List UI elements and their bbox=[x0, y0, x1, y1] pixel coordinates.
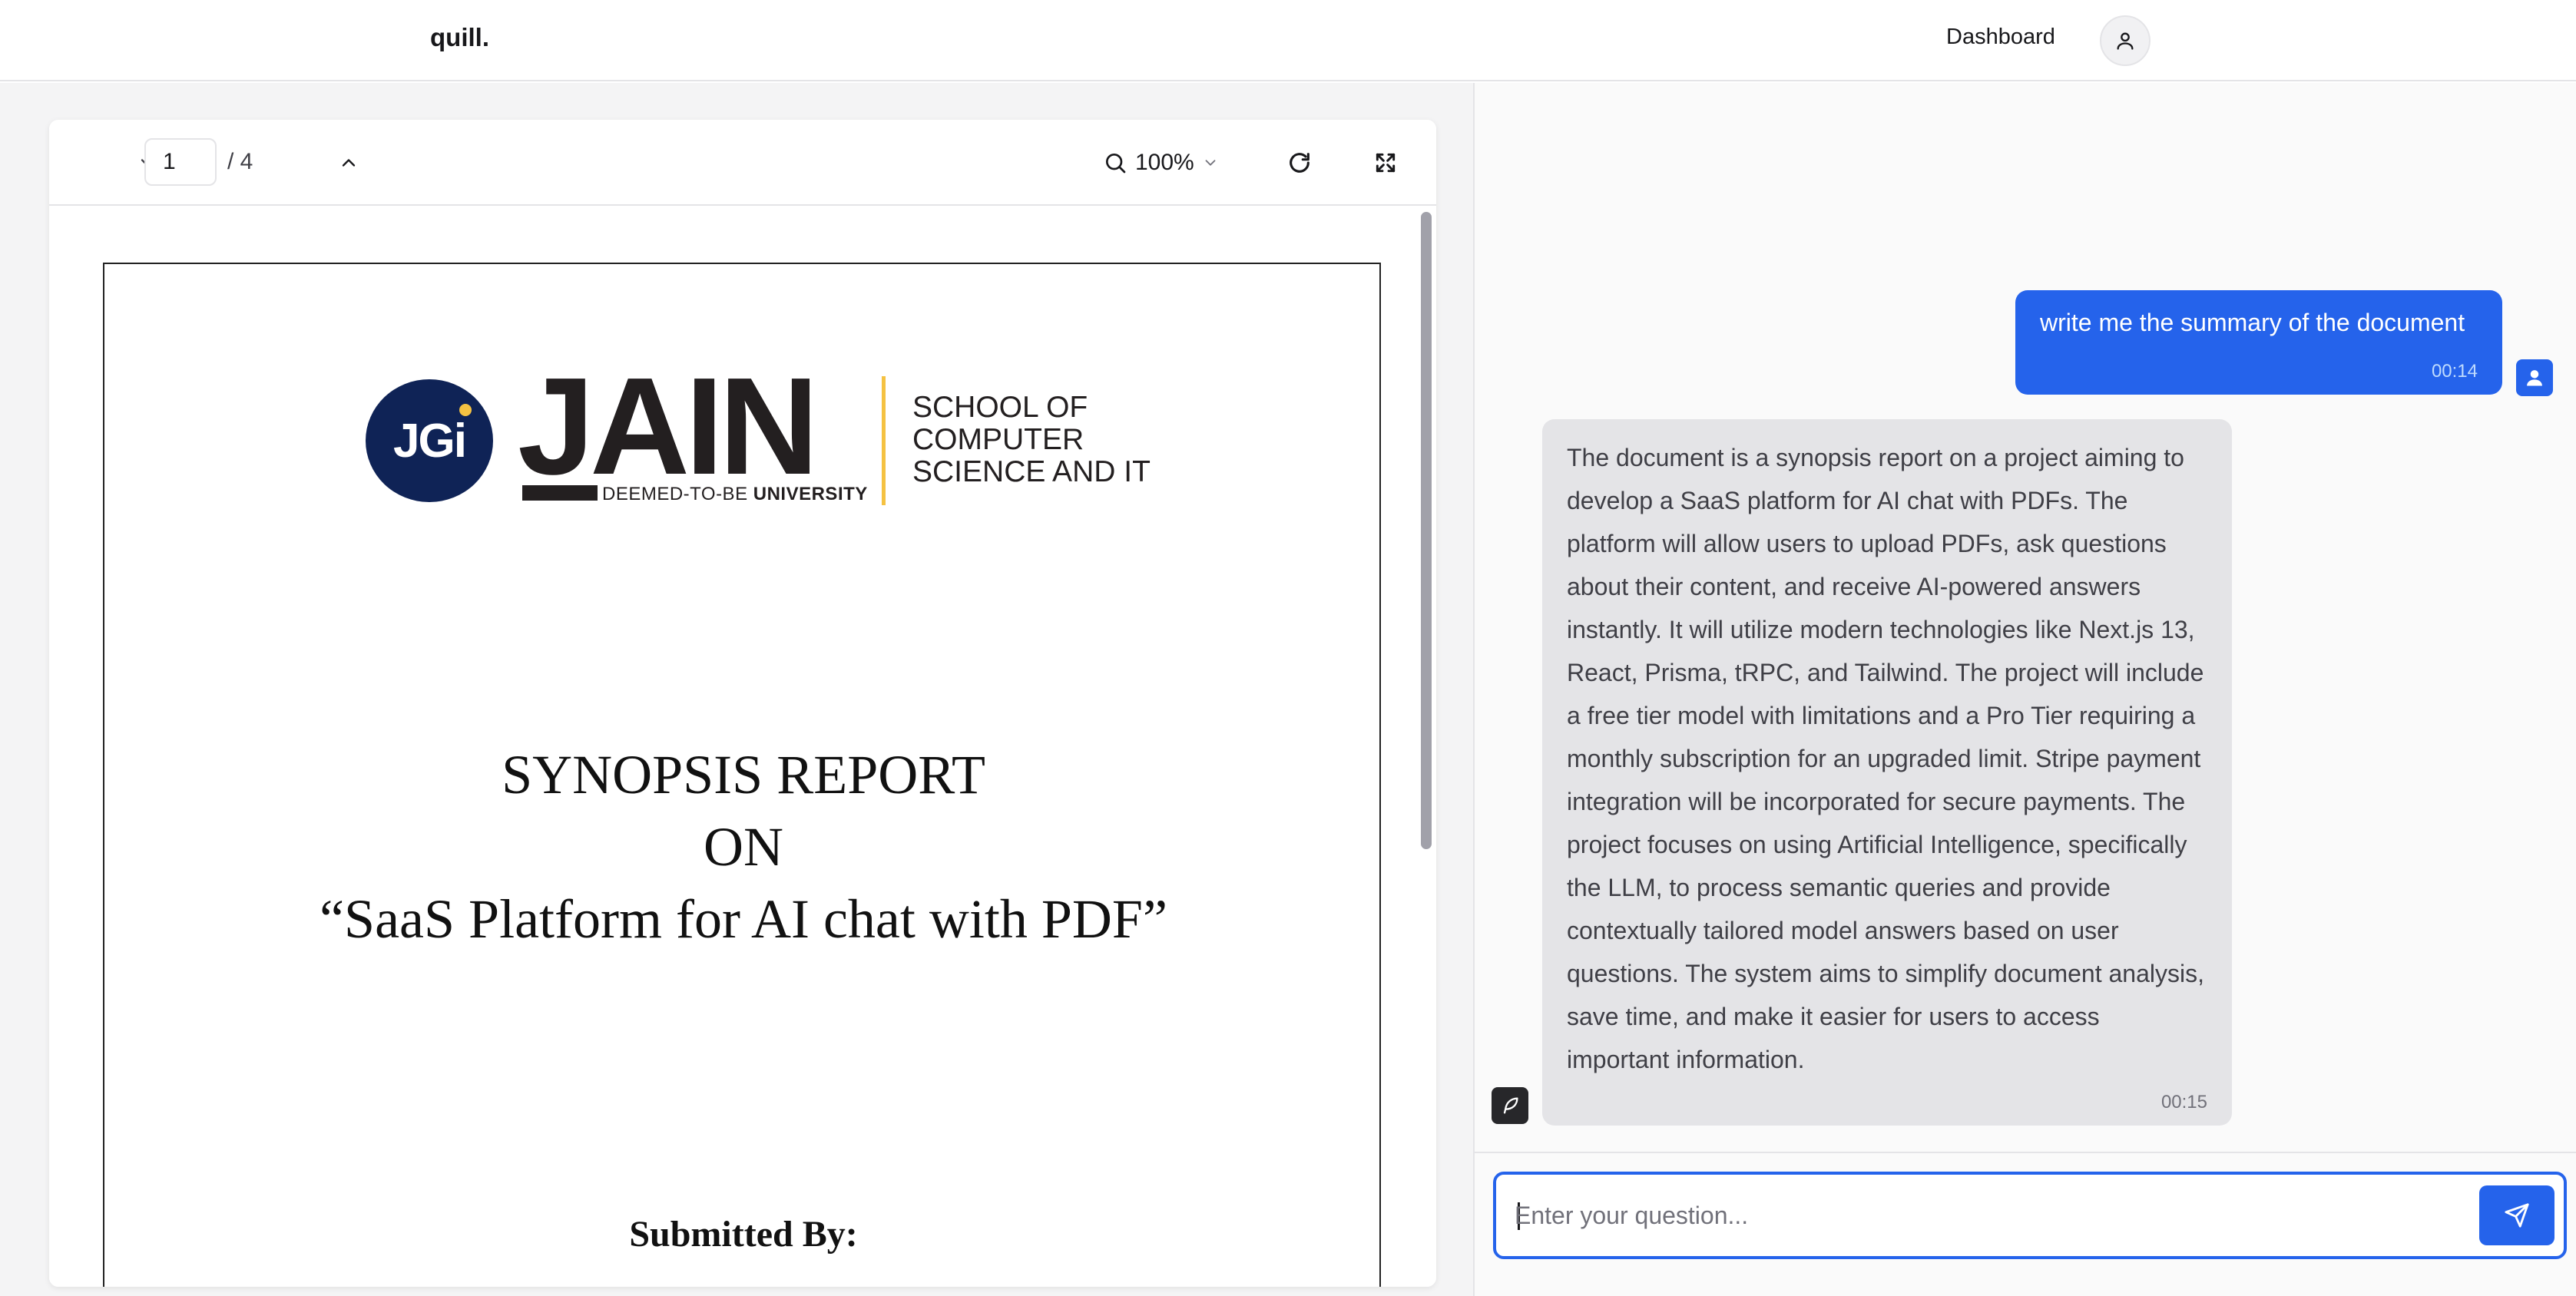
jain-subtitle: DEEMED-TO-BE UNIVERSITY bbox=[602, 484, 868, 504]
next-page-button[interactable] bbox=[327, 141, 370, 184]
question-input[interactable] bbox=[1515, 1190, 2467, 1241]
university-logo: JGi JAIN DEEMED-TO-BE UNIVERSITY SCHOOL … bbox=[104, 358, 1382, 510]
jgi-logo: JGi bbox=[366, 379, 493, 502]
user-avatar bbox=[2516, 359, 2553, 396]
pdf-toolbar: / 4 100% bbox=[49, 120, 1436, 206]
pdf-content-area[interactable]: JGi JAIN DEEMED-TO-BE UNIVERSITY SCHOOL … bbox=[49, 207, 1436, 1287]
chevron-down-icon bbox=[1205, 160, 1216, 166]
top-navbar: quill. Dashboard bbox=[0, 0, 2576, 81]
page-number-input[interactable] bbox=[144, 138, 217, 186]
send-button[interactable] bbox=[2479, 1185, 2554, 1245]
assistant-message: The document is a synopsis report on a p… bbox=[1542, 419, 2232, 1126]
send-icon bbox=[2505, 1203, 2529, 1228]
feather-icon bbox=[1503, 1097, 1518, 1114]
search-icon bbox=[1106, 154, 1126, 174]
page-total: / 4 bbox=[227, 149, 253, 174]
chat-input-box bbox=[1493, 1172, 2567, 1259]
user-icon bbox=[2117, 32, 2134, 50]
dashboard-link[interactable]: Dashboard bbox=[1946, 25, 2055, 50]
rotate-button[interactable] bbox=[1278, 141, 1321, 184]
submitted-by-heading: Submitted By: bbox=[629, 1214, 858, 1255]
school-name: SCHOOL OF COMPUTER SCIENCE AND IT bbox=[912, 391, 1151, 488]
jain-underline bbox=[522, 485, 598, 501]
user-menu-button[interactable] bbox=[2100, 15, 2151, 66]
pdf-viewer: / 4 100% bbox=[49, 120, 1436, 1287]
chat-panel: write me the summary of the document 00:… bbox=[1473, 83, 2576, 1296]
fullscreen-icon bbox=[1376, 153, 1396, 173]
jain-wordmark: JAIN bbox=[518, 349, 819, 504]
chevron-up-icon bbox=[342, 159, 356, 167]
user-message-text: write me the summary of the document bbox=[2040, 309, 2465, 336]
brand-logo[interactable]: quill. bbox=[430, 23, 489, 52]
logo-divider bbox=[882, 376, 886, 505]
assistant-message-text: The document is a synopsis report on a p… bbox=[1567, 444, 2204, 1073]
chat-divider bbox=[1475, 1152, 2576, 1153]
fullscreen-button[interactable] bbox=[1364, 141, 1407, 184]
zoom-level: 100% bbox=[1135, 150, 1194, 175]
assistant-message-time: 00:15 bbox=[2160, 1092, 2207, 1113]
user-message: write me the summary of the document 00:… bbox=[2015, 290, 2502, 395]
rotate-icon bbox=[1290, 153, 1310, 173]
pdf-scrollbar[interactable] bbox=[1421, 212, 1432, 849]
pdf-section: / 4 100% bbox=[0, 83, 1473, 1296]
report-title: SYNOPSIS REPORT ON “SaaS Platform for AI… bbox=[320, 744, 1167, 950]
assistant-avatar bbox=[1492, 1087, 1528, 1124]
user-message-time: 00:14 bbox=[2431, 361, 2478, 382]
zoom-dropdown[interactable]: 100% bbox=[1103, 143, 1219, 183]
jgi-logo-dot bbox=[459, 404, 472, 416]
pdf-page: JGi JAIN DEEMED-TO-BE UNIVERSITY SCHOOL … bbox=[103, 263, 1381, 1287]
user-icon bbox=[2527, 370, 2542, 386]
